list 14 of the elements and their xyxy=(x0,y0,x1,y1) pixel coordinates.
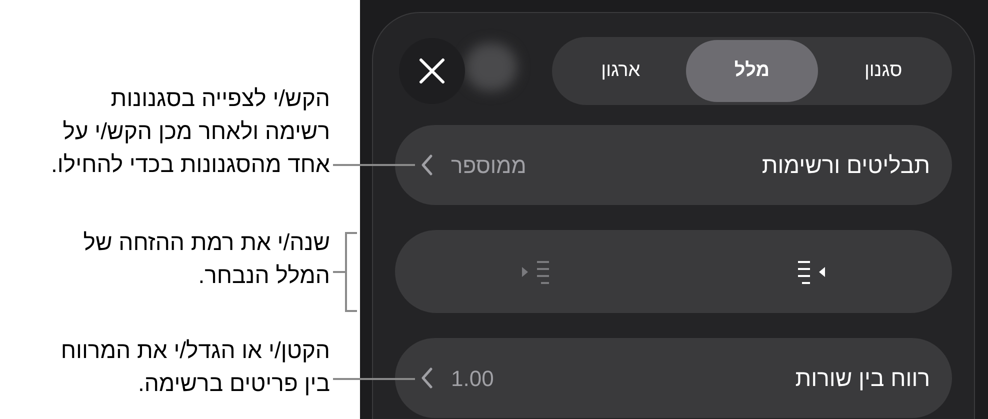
settings-row[interactable]: ממוספר תבליטים ורשימות xyxy=(395,125,952,205)
close-icon xyxy=(419,58,445,84)
tab[interactable]: סגנון xyxy=(818,40,949,102)
row-label: רווח בין שורות xyxy=(795,364,930,393)
chevron-icon xyxy=(421,154,433,176)
callout-text: הקטן/י או הגדל/י את המרווח בין פריטים ברשימה. xyxy=(60,336,330,398)
tab[interactable]: מלל xyxy=(686,40,818,102)
row-label: תבליטים ורשימות xyxy=(762,150,930,180)
row-value: ממוספר xyxy=(451,152,526,180)
chevron-icon xyxy=(421,367,433,389)
callout-text: שנה/י את רמת ההזחה של המלל הנבחר. xyxy=(82,228,330,290)
callout-text: הקש/י לצפייה בסגנונות רשימה ולאחר מכן הקש/י על אחד מהסגנונות בכדי להחילו. xyxy=(50,84,330,179)
row-value: 1.00 xyxy=(451,364,494,392)
tab[interactable]: ארגון xyxy=(555,40,686,102)
